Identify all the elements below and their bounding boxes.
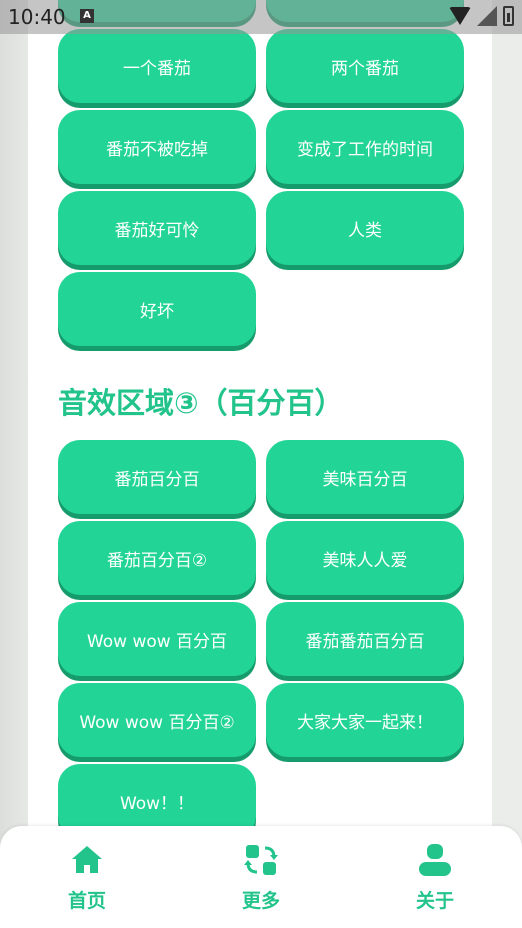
bottom-navigation: 首页 更多 关于 [0, 826, 522, 928]
background-right-edge [492, 0, 522, 928]
sound-button-two-tomatoes[interactable]: 两个番茄 [266, 29, 464, 103]
sound-button[interactable]: 变成了工作的时间 [266, 110, 464, 184]
accessibility-a-icon: A [80, 9, 94, 23]
status-bar: 10:40 A [0, 0, 522, 34]
battery-icon [503, 6, 514, 26]
nav-about[interactable]: 关于 [395, 842, 475, 913]
sound-button[interactable]: 好坏 [58, 272, 256, 346]
background-left-edge [0, 0, 28, 928]
person-icon [419, 844, 451, 876]
sound-button-one-tomato[interactable]: 一个番茄 [58, 29, 256, 103]
wifi-icon [449, 7, 471, 25]
sound-button[interactable]: 番茄不被吃掉 [58, 110, 256, 184]
signal-icon [477, 6, 497, 26]
status-icons [449, 6, 514, 26]
sound-button[interactable]: 人类 [266, 191, 464, 265]
sound-button[interactable]: 番茄番茄百分百 [266, 602, 464, 676]
sound-button[interactable]: 番茄好可怜 [58, 191, 256, 265]
sound-button[interactable]: 番茄百分百② [58, 521, 256, 595]
nav-home[interactable]: 首页 [47, 842, 127, 913]
home-icon [72, 846, 102, 873]
sound-button[interactable]: Wow wow 百分百 [58, 602, 256, 676]
sound-button[interactable]: 大家大家一起来！ [266, 683, 464, 757]
sound-button[interactable]: 美味人人爱 [266, 521, 464, 595]
nav-home-label: 首页 [67, 890, 106, 912]
nav-more[interactable]: 更多 [221, 842, 301, 913]
sound-button[interactable]: Wow wow 百分百② [58, 683, 256, 757]
sound-button[interactable]: 美味百分百 [266, 440, 464, 514]
nav-more-label: 更多 [241, 890, 280, 912]
section-title: 音效区域③（百分百） [58, 386, 344, 420]
status-time: 10:40 [8, 5, 66, 29]
swap-icon [244, 845, 278, 875]
sound-button[interactable]: 番茄百分百 [58, 440, 256, 514]
nav-about-label: 关于 [415, 890, 454, 912]
